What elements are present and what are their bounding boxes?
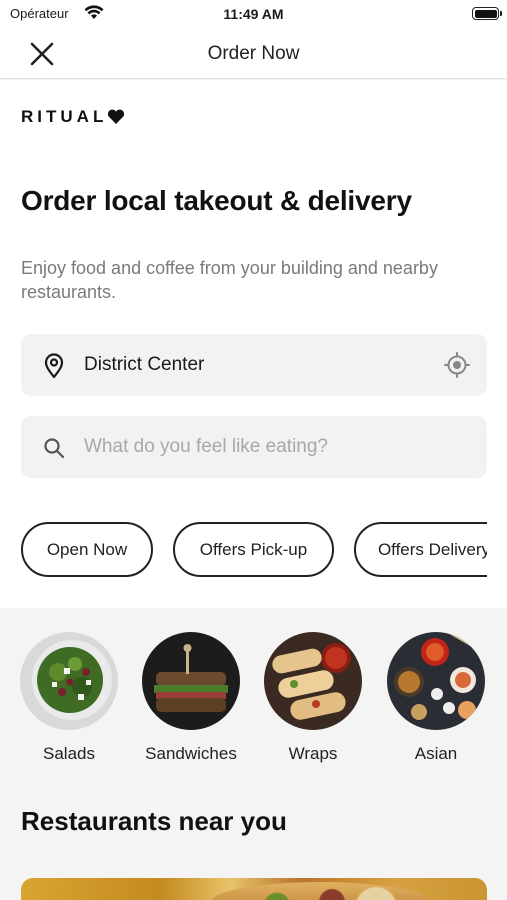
search-icon (44, 438, 65, 459)
sandwiches-image (142, 632, 240, 730)
restaurant-image (211, 882, 431, 900)
asian-image (387, 632, 485, 730)
ritual-logo: RITUAL (21, 107, 125, 127)
category-label: Sandwiches (145, 744, 237, 763)
category-sandwiches[interactable]: Sandwiches (131, 632, 251, 764)
locate-icon[interactable] (444, 352, 470, 378)
map-pin-icon (44, 353, 64, 379)
nav-bar: Order Now (0, 30, 507, 79)
category-carousel: Salads Sandwiches Wraps Asian Restaurant… (0, 608, 507, 900)
category-wraps[interactable]: Wraps (253, 632, 373, 764)
hero-title: Order local takeout & delivery (21, 185, 412, 216)
category-label: Asian (414, 744, 458, 763)
category-label: Salads (43, 744, 95, 763)
category-salads[interactable]: Salads (9, 632, 129, 764)
category-asian[interactable]: Asian (376, 632, 496, 764)
brand-header: RITUAL (0, 80, 507, 152)
restaurants-section-title: Restaurants near you (21, 806, 287, 836)
brand-name: RITUAL (21, 107, 108, 126)
clock: 11:49 AM (223, 6, 284, 22)
chip-label: Open Now (46, 539, 128, 559)
chip-label: Offers Delivery (377, 539, 487, 559)
wraps-image (264, 632, 362, 730)
salads-image (20, 632, 118, 730)
heart-icon (108, 109, 125, 124)
battery-icon (472, 7, 502, 20)
filter-offers-pickup[interactable]: Offers Pick-up (173, 522, 334, 577)
search-placeholder: What do you feel like eating? (84, 436, 328, 457)
chip-label: Offers Pick-up (199, 539, 308, 559)
filter-chips: Open Now Offers Pick-up Offers Delivery (21, 522, 487, 578)
order-hero: Order local takeout & delivery Enjoy foo… (0, 152, 507, 608)
search-field[interactable]: What do you feel like eating? (21, 416, 487, 478)
hero-subtitle: Enjoy food and coffee from your building… (21, 258, 438, 302)
location-field[interactable]: District Center (21, 334, 487, 396)
restaurant-card[interactable] (21, 878, 487, 900)
status-bar: Opérateur 11:49 AM (0, 0, 507, 30)
filter-open-now[interactable]: Open Now (21, 522, 153, 577)
page-title: Order Now (207, 43, 300, 64)
location-value: District Center (84, 354, 205, 375)
category-label: Wraps (288, 744, 338, 763)
filter-offers-delivery[interactable]: Offers Delivery (354, 522, 487, 577)
